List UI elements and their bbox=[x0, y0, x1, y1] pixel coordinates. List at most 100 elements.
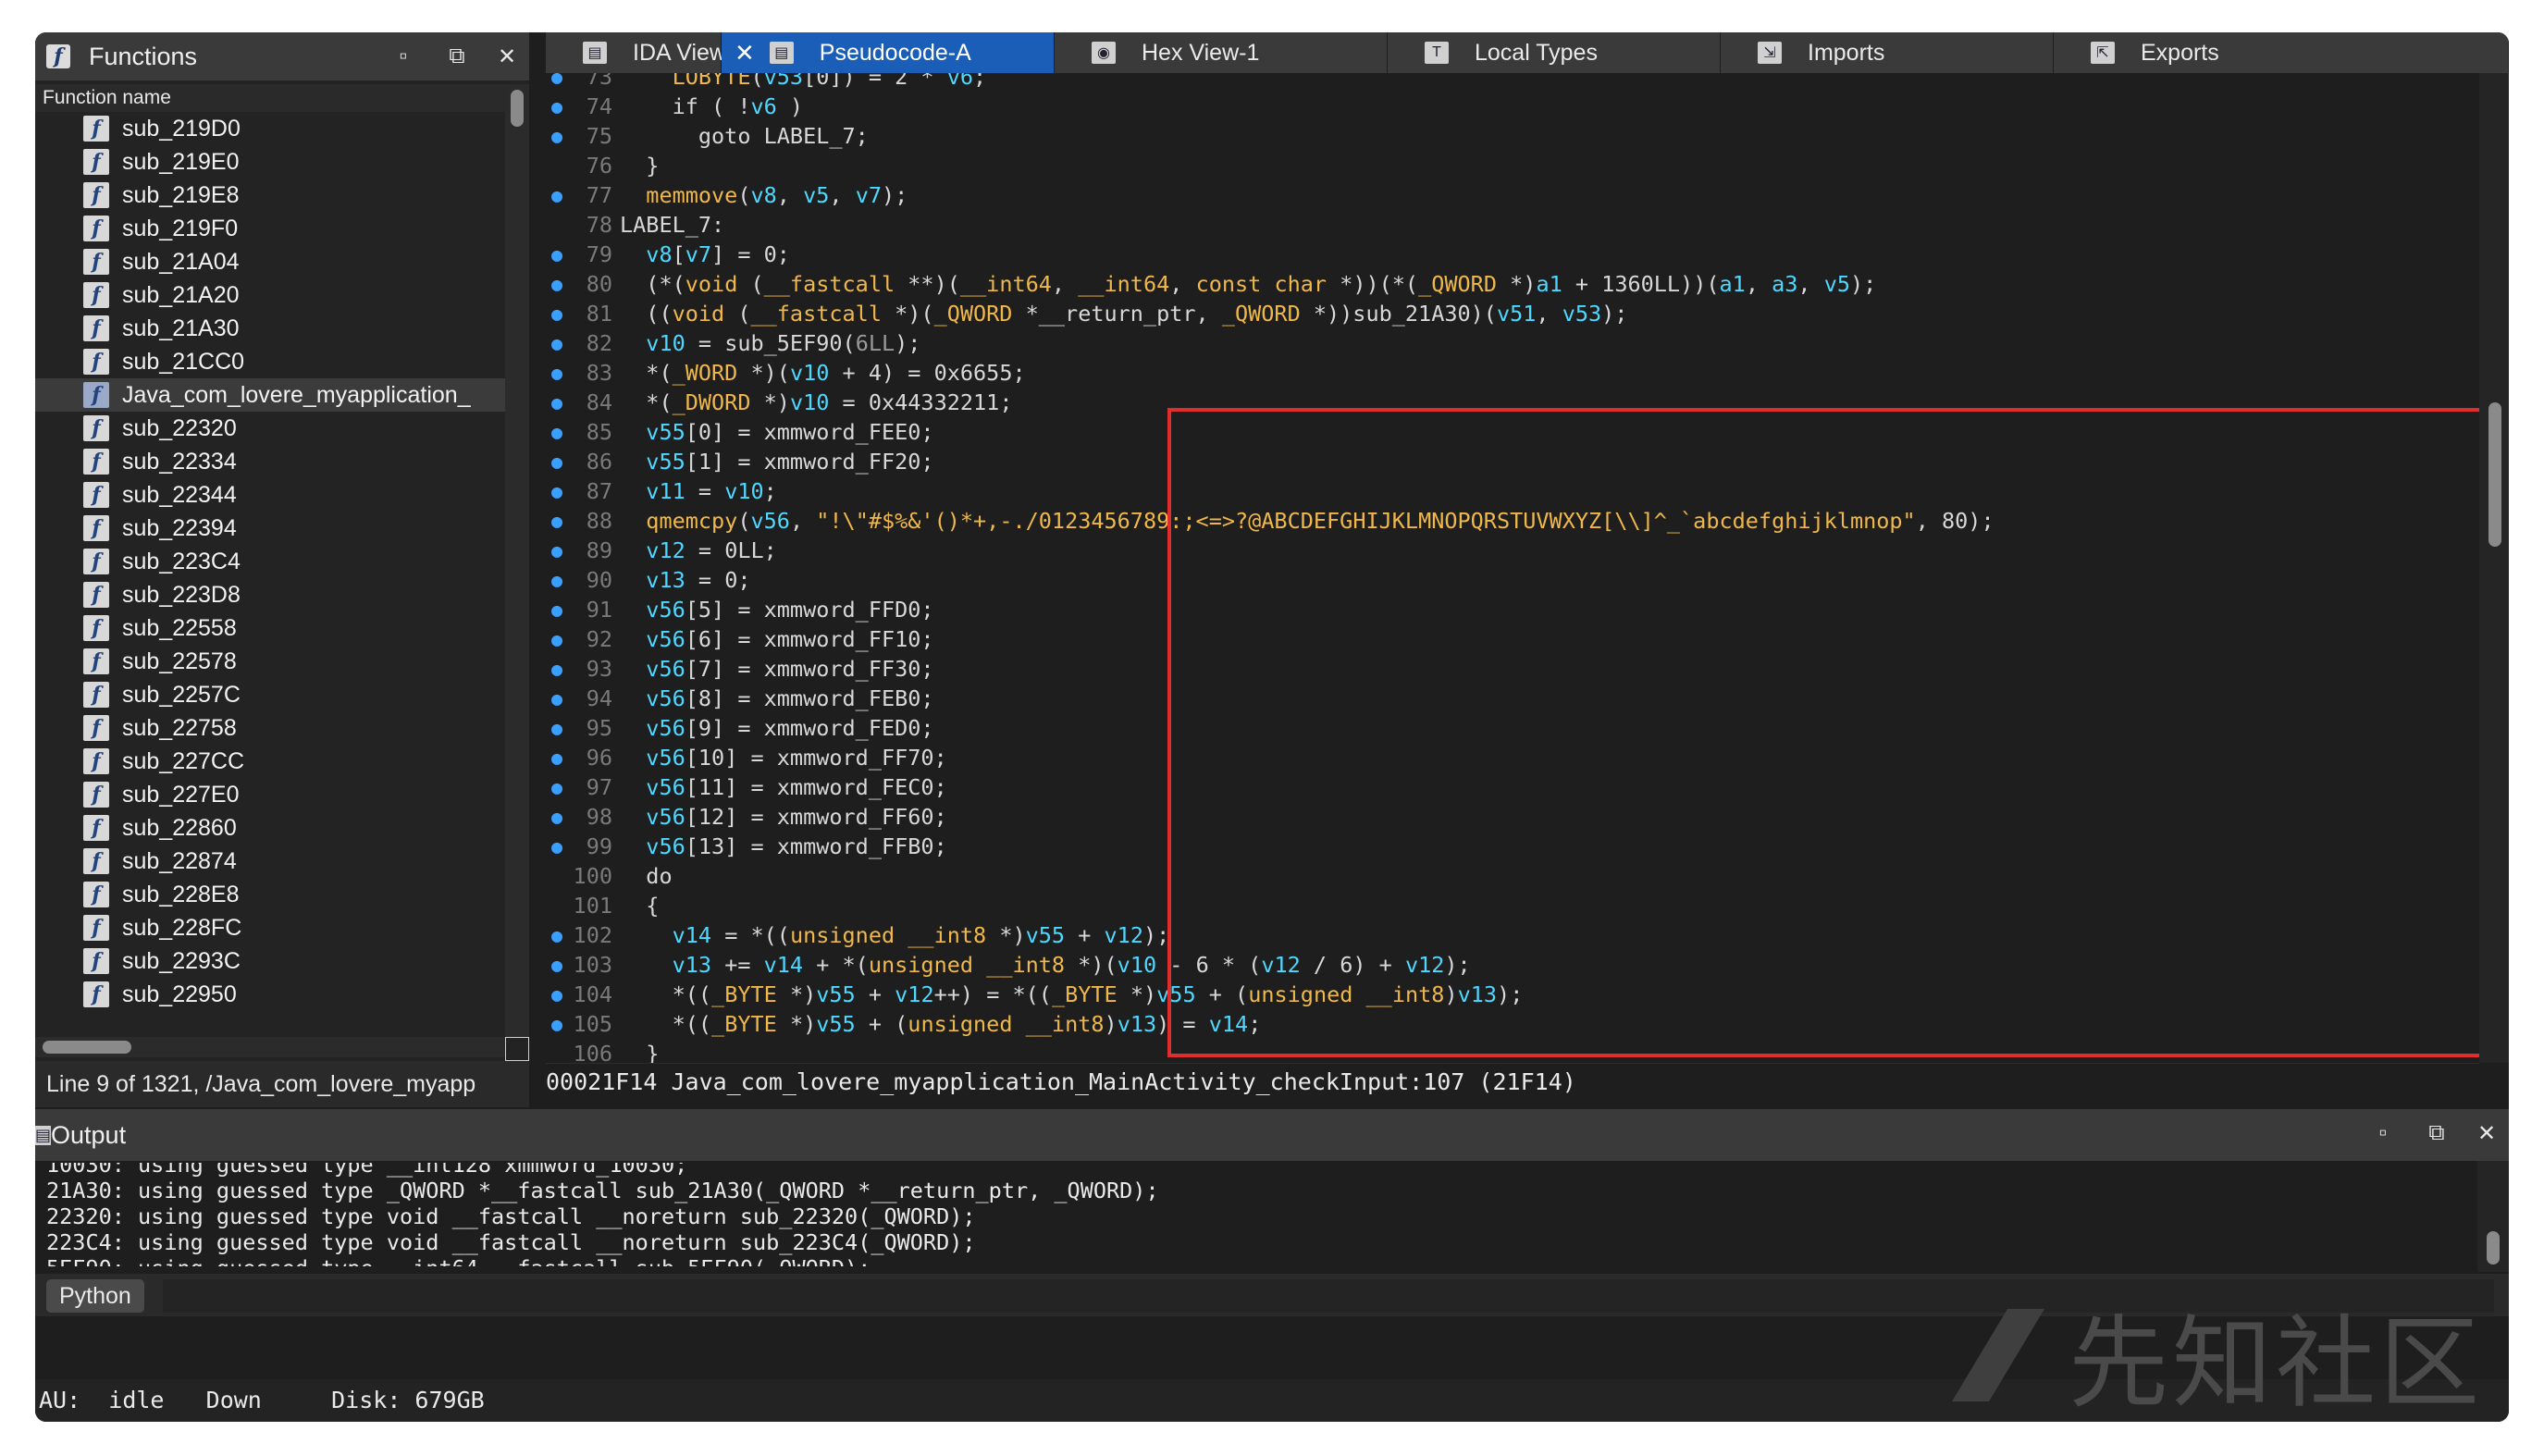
code-line[interactable]: ● 80 (*(void (__fastcall **)(__int64, __i… bbox=[546, 271, 2479, 297]
breakpoint-dot-icon[interactable]: ● bbox=[551, 330, 570, 356]
function-list-item[interactable]: f sub_22344 bbox=[35, 478, 505, 512]
code-line[interactable]: ● 91 v56[5] = xmmword_FFD0; bbox=[546, 597, 2479, 623]
breakpoint-dot-icon[interactable]: ● bbox=[551, 833, 570, 859]
breakpoint-dot-icon[interactable]: ● bbox=[551, 241, 570, 267]
tab-pseudocode-a[interactable]: ✕ ▤ Pseudocode-A bbox=[722, 32, 1055, 73]
close-icon[interactable]: ✕ bbox=[488, 32, 525, 80]
function-list-item[interactable]: f sub_22874 bbox=[35, 845, 505, 878]
breakpoint-dot-icon[interactable]: ● bbox=[551, 419, 570, 445]
function-list-item[interactable]: f sub_21CC0 bbox=[35, 345, 505, 378]
code-line[interactable]: ● 97 v56[11] = xmmword_FEC0; bbox=[546, 774, 2479, 800]
breakpoint-dot-icon[interactable]: ● bbox=[551, 478, 570, 504]
code-line[interactable]: ● 96 v56[10] = xmmword_FF70; bbox=[546, 745, 2479, 771]
scrollbar-thumb[interactable] bbox=[43, 1041, 131, 1054]
code-line[interactable]: 78 LABEL_7: bbox=[546, 212, 2479, 238]
breakpoint-dot-icon[interactable]: ● bbox=[551, 449, 570, 475]
code-line[interactable]: ● 82 v10 = sub_5EF90(6LL); bbox=[546, 330, 2479, 356]
function-list-item[interactable]: f sub_2293C bbox=[35, 944, 505, 978]
breakpoint-dot-icon[interactable]: ● bbox=[551, 597, 570, 623]
breakpoint-dot-icon[interactable]: ● bbox=[551, 93, 570, 119]
code-line[interactable]: 100 do bbox=[546, 863, 2479, 889]
code-line[interactable]: ● 92 v56[6] = xmmword_FF10; bbox=[546, 626, 2479, 652]
output-log[interactable]: 10030: using guessed type __int128 xmmwo… bbox=[46, 1163, 2470, 1266]
code-line[interactable]: ● 86 v55[1] = xmmword_FF20; bbox=[546, 449, 2479, 475]
scrollbar-thumb[interactable] bbox=[2488, 402, 2501, 547]
function-list-item[interactable]: f sub_228E8 bbox=[35, 878, 505, 911]
python-command-input[interactable] bbox=[163, 1279, 2494, 1313]
minimize-icon[interactable]: ▫ bbox=[2365, 1109, 2402, 1157]
function-list-item[interactable]: f sub_21A04 bbox=[35, 245, 505, 278]
pseudocode-vertical-scrollbar[interactable] bbox=[2479, 73, 2509, 1063]
breakpoint-dot-icon[interactable]: ● bbox=[551, 508, 570, 534]
breakpoint-dot-icon[interactable]: ● bbox=[551, 774, 570, 800]
function-list-item[interactable]: f sub_223C4 bbox=[35, 545, 505, 578]
code-line[interactable]: 106 } bbox=[546, 1041, 2479, 1063]
code-line[interactable]: ● 87 v11 = v10; bbox=[546, 478, 2479, 504]
breakpoint-dot-icon[interactable]: ● bbox=[551, 626, 570, 652]
breakpoint-dot-icon[interactable]: ● bbox=[551, 301, 570, 327]
function-list-item[interactable]: f sub_21A20 bbox=[35, 278, 505, 312]
code-line[interactable]: 76 } bbox=[546, 153, 2479, 179]
function-list-item[interactable]: f sub_219E0 bbox=[35, 145, 505, 179]
function-list-item[interactable]: f sub_219F0 bbox=[35, 212, 505, 245]
scrollbar-thumb[interactable] bbox=[511, 90, 524, 127]
breakpoint-dot-icon[interactable]: ● bbox=[551, 1011, 570, 1037]
code-line[interactable]: ● 90 v13 = 0; bbox=[546, 567, 2479, 593]
function-list-item[interactable]: f sub_22334 bbox=[35, 445, 505, 478]
breakpoint-dot-icon[interactable]: ● bbox=[551, 656, 570, 682]
breakpoint-dot-icon[interactable]: ● bbox=[551, 389, 570, 415]
function-list-item[interactable]: f sub_22320 bbox=[35, 412, 505, 445]
code-line[interactable]: ● 79 v8[v7] = 0; bbox=[546, 241, 2479, 267]
function-list-item[interactable]: f sub_219E8 bbox=[35, 179, 505, 212]
tab-exports[interactable]: ⇱ Exports bbox=[2054, 32, 2509, 73]
code-line[interactable]: ● 99 v56[13] = xmmword_FFB0; bbox=[546, 833, 2479, 859]
pseudocode-view[interactable]: ●110 if ( (v51[0] & 1) != 0 )●109 v50 = … bbox=[546, 73, 2509, 1063]
breakpoint-dot-icon[interactable]: ● bbox=[551, 745, 570, 771]
function-list-item[interactable]: f sub_22860 bbox=[35, 811, 505, 845]
function-list-item[interactable]: f sub_22950 bbox=[35, 978, 505, 1011]
breakpoint-dot-icon[interactable]: ● bbox=[551, 952, 570, 978]
function-list-item[interactable]: f sub_22558 bbox=[35, 611, 505, 645]
breakpoint-dot-icon[interactable]: ● bbox=[551, 981, 570, 1007]
function-list-item[interactable]: f sub_223D8 bbox=[35, 578, 505, 611]
breakpoint-dot-icon[interactable]: ● bbox=[551, 537, 570, 563]
close-icon[interactable]: ✕ bbox=[2468, 1109, 2505, 1157]
tab-hex-view-1[interactable]: ◉ Hex View-1 bbox=[1055, 32, 1388, 73]
code-line[interactable]: ● 81 ((void (__fastcall *)(_QWORD *__retu… bbox=[546, 301, 2479, 327]
function-list-item[interactable]: f sub_219D0 bbox=[35, 112, 505, 145]
code-line[interactable]: 101 { bbox=[546, 893, 2479, 919]
code-line[interactable]: ● 77 memmove(v8, v5, v7); bbox=[546, 182, 2479, 208]
functions-list[interactable]: f sub_219D0 f sub_219E0 f sub_219E8 f sub_219F0… bbox=[35, 112, 505, 1037]
breakpoint-dot-icon[interactable]: ● bbox=[551, 922, 570, 948]
code-line[interactable]: ● 102 v14 = *((unsigned __int8 *)v55 + v1… bbox=[546, 922, 2479, 948]
breakpoint-dot-icon[interactable]: ● bbox=[551, 715, 570, 741]
code-line[interactable]: ● 75 goto LABEL_7; bbox=[546, 123, 2479, 149]
breakpoint-dot-icon[interactable]: ● bbox=[551, 567, 570, 593]
function-list-item[interactable]: f sub_227CC bbox=[35, 745, 505, 778]
close-tab-icon[interactable]: ✕ bbox=[735, 39, 755, 68]
function-list-item[interactable]: f sub_21A30 bbox=[35, 312, 505, 345]
code-line[interactable]: ● 89 v12 = 0LL; bbox=[546, 537, 2479, 563]
float-icon[interactable]: ⧉ bbox=[2418, 1109, 2455, 1157]
float-icon[interactable]: ⧉ bbox=[438, 32, 475, 80]
function-name-column-header[interactable]: Function name bbox=[35, 84, 505, 112]
code-line[interactable]: ● 93 v56[7] = xmmword_FF30; bbox=[546, 656, 2479, 682]
function-list-item[interactable]: f sub_22394 bbox=[35, 512, 505, 545]
code-line[interactable]: ● 104 *((_BYTE *)v55 + v12++) = *((_BYTE … bbox=[546, 981, 2479, 1007]
function-list-item[interactable]: f sub_228FC bbox=[35, 911, 505, 944]
code-line[interactable]: ● 85 v55[0] = xmmword_FEE0; bbox=[546, 419, 2479, 445]
code-line[interactable]: ● 83 *(_WORD *)(v10 + 4) = 0x6655; bbox=[546, 360, 2479, 386]
code-line[interactable]: ● 73 LOBYTE(v53[0]) = 2 * v6; bbox=[546, 73, 2479, 90]
function-list-item[interactable]: f sub_2257C bbox=[35, 678, 505, 711]
breakpoint-dot-icon[interactable]: ● bbox=[551, 804, 570, 830]
code-line[interactable]: ● 95 v56[9] = xmmword_FED0; bbox=[546, 715, 2479, 741]
tab-local-types[interactable]: T Local Types bbox=[1388, 32, 1721, 73]
code-line[interactable]: ● 74 if ( !v6 ) bbox=[546, 93, 2479, 119]
function-list-item[interactable]: f sub_22758 bbox=[35, 711, 505, 745]
code-line[interactable]: ● 105 *((_BYTE *)v55 + (unsigned __int8)v… bbox=[546, 1011, 2479, 1037]
breakpoint-dot-icon[interactable]: ● bbox=[551, 182, 570, 208]
output-vertical-scrollbar[interactable] bbox=[2477, 1161, 2509, 1272]
breakpoint-dot-icon[interactable]: ● bbox=[551, 271, 570, 297]
tab-ida-view-a[interactable]: ▤ IDA View-A bbox=[546, 32, 749, 73]
code-line[interactable]: ● 84 *(_DWORD *)v10 = 0x44332211; bbox=[546, 389, 2479, 415]
